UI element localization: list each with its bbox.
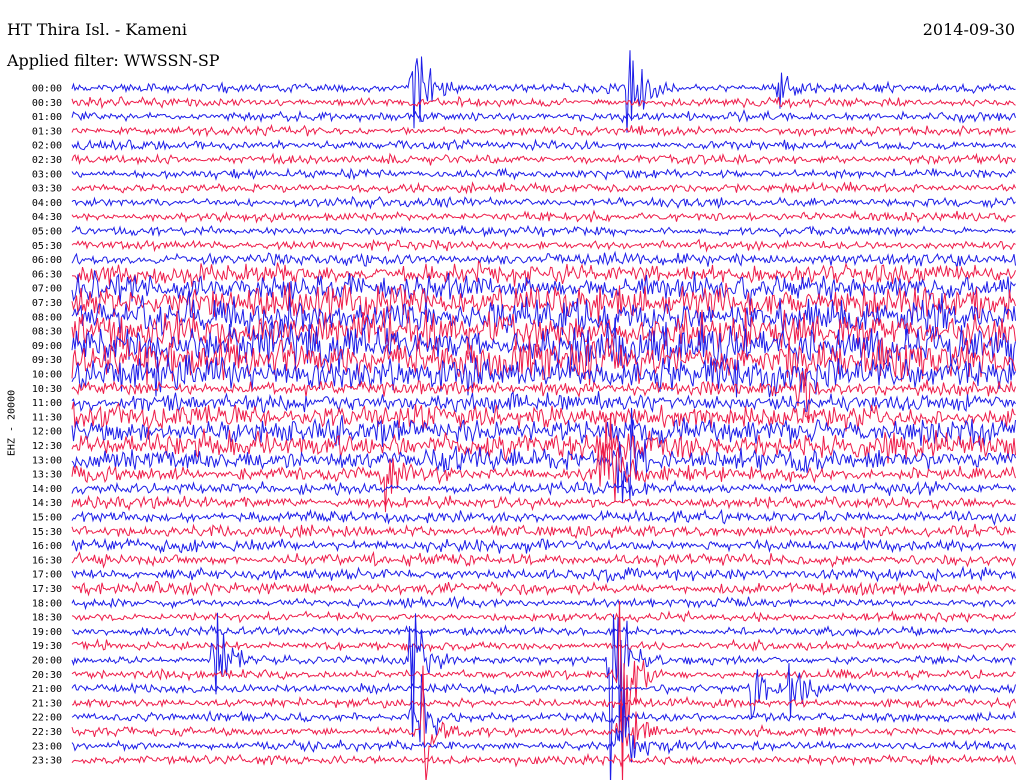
time-label: 15:30 [32, 527, 62, 538]
time-label: 16:30 [32, 555, 62, 566]
time-label: 01:00 [32, 112, 62, 123]
time-label: 20:30 [32, 670, 62, 681]
time-label: 07:30 [32, 298, 62, 309]
trace-row-2030 [71, 601, 1016, 780]
trace-row-0630 [71, 259, 1016, 287]
time-label: 09:30 [32, 355, 62, 366]
time-label: 21:00 [32, 684, 62, 695]
trace-row-0530 [71, 238, 1016, 253]
trace-row-2330 [71, 752, 1016, 768]
time-label: 14:30 [32, 498, 62, 509]
time-label: 18:30 [32, 613, 62, 624]
time-label: 04:30 [32, 212, 62, 223]
time-label: 02:00 [32, 141, 62, 152]
time-label: 13:30 [32, 470, 62, 481]
trace-row-1530 [71, 523, 1016, 540]
trace-row-1430 [71, 494, 1016, 512]
trace-row-0100 [71, 108, 1016, 124]
time-label: 00:00 [32, 84, 62, 95]
time-label: 18:00 [32, 598, 62, 609]
time-label: 06:30 [32, 269, 62, 280]
trace-row-1800 [71, 595, 1016, 611]
trace-row-0200 [71, 138, 1016, 152]
time-label: 12:30 [32, 441, 62, 452]
time-label: 23:30 [32, 756, 62, 767]
time-label: 15:00 [32, 513, 62, 524]
trace-row-1830 [71, 609, 1016, 624]
time-label: 01:30 [32, 126, 62, 137]
time-label: 13:00 [32, 455, 62, 466]
time-label: 21:30 [32, 698, 62, 709]
trace-row-1130 [71, 401, 1016, 432]
trace-row-1030 [71, 368, 1016, 420]
time-label: 12:00 [32, 427, 62, 438]
time-label: 17:30 [32, 584, 62, 595]
trace-row-0500 [71, 224, 1016, 238]
time-label: 03:00 [32, 169, 62, 180]
time-label: 04:00 [32, 198, 62, 209]
time-label: 23:00 [32, 741, 62, 752]
time-label: 00:30 [32, 98, 62, 109]
time-label: 14:00 [32, 484, 62, 495]
time-label: 19:30 [32, 641, 62, 652]
time-label: 20:00 [32, 656, 62, 667]
time-label: 22:00 [32, 713, 62, 724]
time-label: 08:00 [32, 312, 62, 323]
trace-row-0400 [71, 195, 1016, 210]
time-label: 22:30 [32, 727, 62, 738]
trace-row-2000 [71, 612, 1016, 780]
time-label: 17:00 [32, 570, 62, 581]
trace-row-0230 [71, 152, 1016, 166]
time-label: 10:00 [32, 370, 62, 381]
time-label: 16:00 [32, 541, 62, 552]
trace-row-2230 [71, 665, 1016, 780]
time-label: 02:30 [32, 155, 62, 166]
trace-row-1900 [71, 624, 1016, 638]
trace-row-0430 [71, 209, 1016, 224]
trace-row-2100 [71, 663, 1016, 719]
trace-row-1500 [71, 508, 1016, 526]
trace-row-0000 [71, 50, 1016, 133]
time-label: 09:00 [32, 341, 62, 352]
trace-row-1630 [71, 550, 1016, 569]
trace-row-1600 [71, 537, 1016, 555]
trace-row-0300 [71, 167, 1016, 181]
time-label: 11:30 [32, 412, 62, 423]
time-label: 10:30 [32, 384, 62, 395]
trace-row-1730 [71, 580, 1016, 597]
trace-row-1400 [71, 479, 1016, 497]
time-label: 03:30 [32, 184, 62, 195]
trace-row-0030 [71, 95, 1016, 110]
trace-row-0600 [71, 250, 1016, 268]
time-label: 07:00 [32, 284, 62, 295]
trace-row-1700 [71, 565, 1016, 584]
trace-row-2130 [71, 695, 1016, 709]
time-label: 19:00 [32, 627, 62, 638]
time-label: 06:00 [32, 255, 62, 266]
trace-row-2300 [71, 689, 1016, 763]
trace-row-0330 [71, 181, 1016, 195]
helicorder-plot: 00:00 00:30 01:00 01:30 02:00 02:30 03:00 03:30… [32, 50, 1016, 780]
time-label: 05:00 [32, 227, 62, 238]
time-label: 05:30 [32, 241, 62, 252]
trace-row-0130 [71, 123, 1016, 138]
time-label: 11:00 [32, 398, 62, 409]
time-label: 08:30 [32, 327, 62, 338]
